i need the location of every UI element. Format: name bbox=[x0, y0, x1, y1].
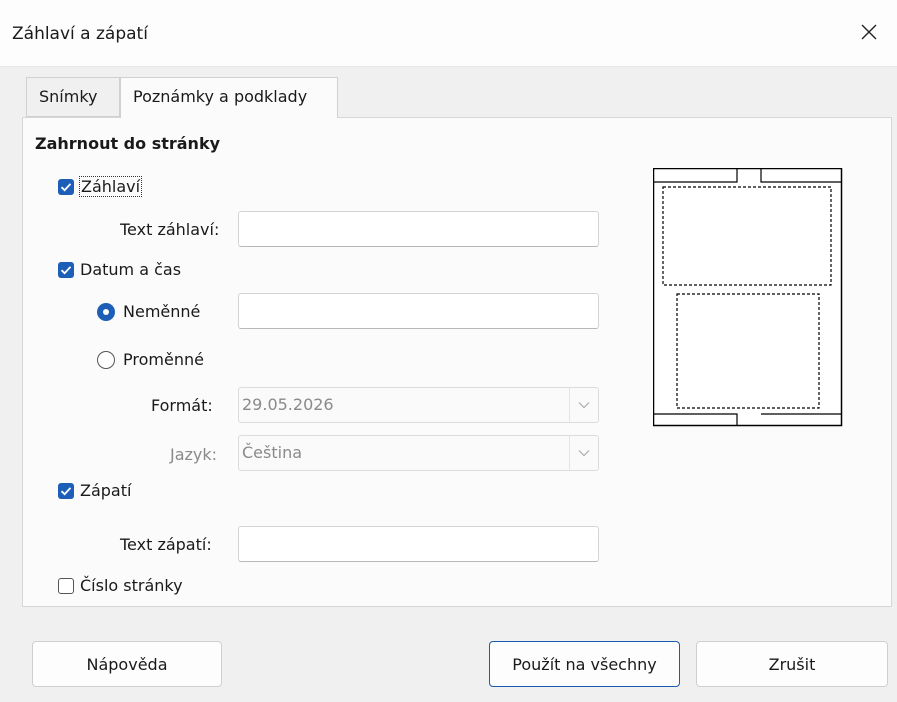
checkmark-icon bbox=[60, 487, 72, 496]
footer-label[interactable]: Zápatí bbox=[80, 481, 131, 500]
section-title: Zahrnout do stránky bbox=[35, 134, 221, 153]
variable-radio[interactable] bbox=[97, 351, 115, 369]
language-dropdown-button[interactable] bbox=[569, 436, 598, 470]
tab-slides[interactable]: Snímky bbox=[26, 77, 120, 117]
checkmark-icon bbox=[60, 266, 72, 275]
apply-to-all-button[interactable]: Použít na všechny bbox=[489, 641, 680, 687]
format-select[interactable]: 29.05.2026 bbox=[238, 387, 599, 423]
format-dropdown-button[interactable] bbox=[569, 388, 598, 422]
footer-text-input[interactable] bbox=[238, 526, 599, 562]
tab-notes-handouts[interactable]: Poznámky a podklady bbox=[120, 77, 338, 118]
header-checkbox[interactable] bbox=[58, 179, 74, 195]
chevron-down-icon bbox=[578, 450, 590, 457]
language-label: Jazyk: bbox=[170, 445, 218, 464]
datetime-label[interactable]: Datum a čas bbox=[80, 260, 181, 279]
footer-checkbox[interactable] bbox=[58, 483, 74, 499]
fixed-date-input[interactable] bbox=[238, 293, 599, 329]
fixed-radio[interactable] bbox=[97, 303, 115, 321]
close-button[interactable] bbox=[849, 14, 889, 50]
checkmark-icon bbox=[60, 183, 72, 192]
footer-text-label: Text zápatí: bbox=[120, 535, 212, 554]
cancel-button[interactable]: Zrušit bbox=[696, 641, 888, 687]
header-text-label: Text záhlaví: bbox=[120, 220, 220, 239]
help-button[interactable]: Nápověda bbox=[32, 641, 222, 687]
dialog-title: Záhlaví a zápatí bbox=[12, 24, 148, 44]
header-label[interactable]: Záhlaví bbox=[79, 176, 143, 197]
format-label: Formát: bbox=[151, 396, 213, 415]
chevron-down-icon bbox=[578, 402, 590, 409]
language-value: Čeština bbox=[242, 443, 303, 462]
page-number-label[interactable]: Číslo stránky bbox=[80, 576, 183, 595]
language-select[interactable]: Čeština bbox=[238, 435, 599, 471]
variable-label[interactable]: Proměnné bbox=[123, 350, 204, 369]
header-text-input[interactable] bbox=[238, 211, 599, 247]
tab-panel: Zahrnout do stránky Záhlaví Text záhlaví… bbox=[22, 117, 892, 607]
format-value: 29.05.2026 bbox=[242, 395, 334, 414]
page-layout-preview bbox=[653, 168, 843, 427]
datetime-checkbox[interactable] bbox=[58, 262, 74, 278]
close-icon bbox=[861, 24, 877, 40]
fixed-label[interactable]: Neměnné bbox=[123, 302, 200, 321]
page-number-checkbox[interactable] bbox=[58, 578, 74, 594]
title-bar: Záhlaví a zápatí bbox=[0, 0, 897, 67]
